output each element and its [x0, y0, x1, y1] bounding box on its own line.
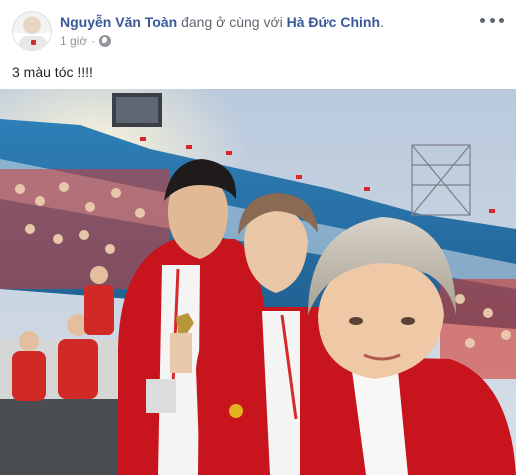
post-header: Nguyễn Văn Toàn đang ở cùng với Hà Đức C… — [0, 0, 516, 58]
post-meta: 1 giờ · — [60, 33, 112, 49]
post-timestamp[interactable]: 1 giờ — [60, 33, 87, 49]
author-name-link[interactable]: Nguyễn Văn Toàn — [60, 14, 177, 30]
globe-icon[interactable] — [99, 35, 112, 47]
post-text: 3 màu tóc !!!! — [12, 64, 93, 80]
meta-separator: · — [91, 34, 96, 48]
activity-text: đang ở cùng với — [181, 14, 283, 30]
selfie-photo-illustration — [0, 89, 516, 475]
author-avatar[interactable] — [12, 11, 52, 51]
tagged-friend-link[interactable]: Hà Đức Chinh — [287, 14, 380, 30]
post-photo[interactable] — [0, 89, 516, 475]
more-options-icon[interactable] — [480, 14, 504, 26]
post-header-line: Nguyễn Văn Toàn đang ở cùng với Hà Đức C… — [60, 14, 384, 30]
